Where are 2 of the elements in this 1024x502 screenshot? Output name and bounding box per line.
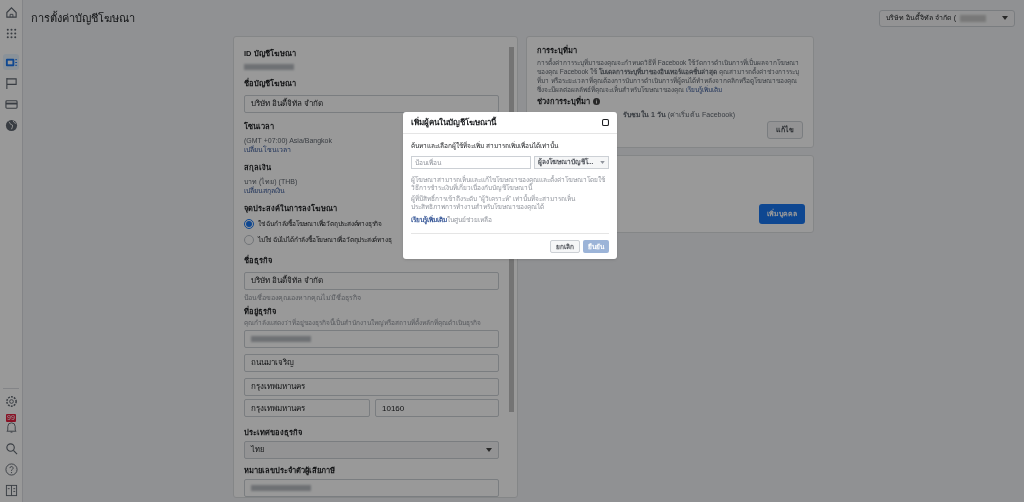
dialog-title: เพิ่มผู้คนในบัญชีโฆษณานี้ (411, 116, 496, 129)
page-title: การตั้งค่าบัญชีโฆษณา (31, 10, 135, 27)
